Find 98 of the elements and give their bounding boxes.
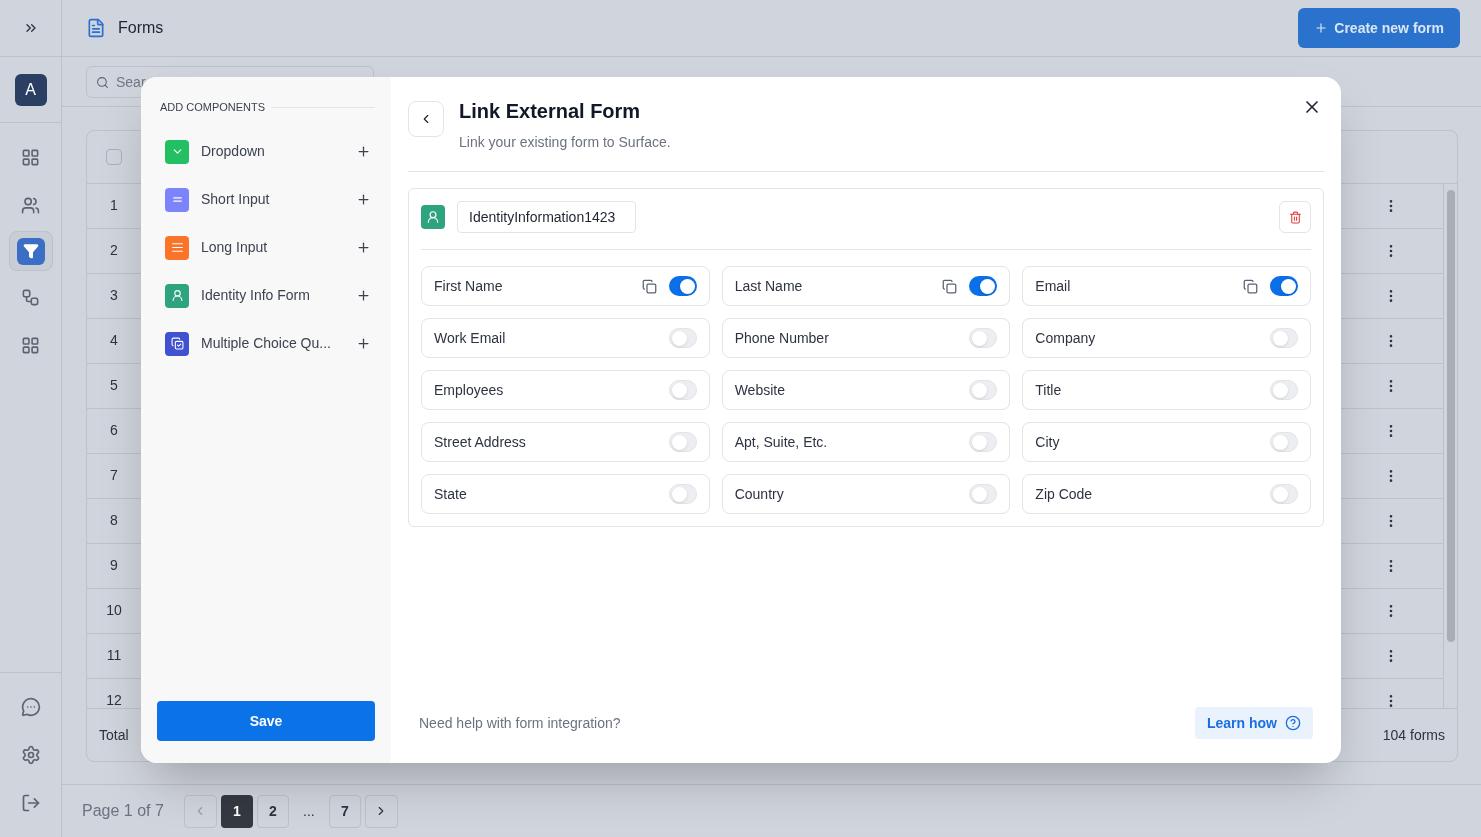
dialog-title: Link External Form (459, 99, 642, 124)
field-label: Street Address (434, 432, 527, 452)
delete-button[interactable] (1279, 201, 1311, 233)
funnel-icon (22, 243, 39, 259)
total-label: Total (99, 725, 129, 745)
field-label: Country (734, 484, 785, 504)
field-label: Zip Code (1035, 484, 1094, 504)
toggle-switch[interactable] (668, 484, 697, 504)
component-label: Identity Info Form (201, 286, 311, 305)
logout-icon[interactable] (20, 793, 41, 813)
dialog-subtitle: Link your existing form to Surface. (459, 133, 671, 152)
section-heading: ADD COMPONENTS (160, 100, 266, 115)
field-label: Website (734, 380, 786, 400)
toggle-switch[interactable] (1270, 328, 1298, 348)
row-number: 2 (109, 241, 119, 261)
scrollbar[interactable] (1446, 189, 1455, 642)
plus-icon (1314, 21, 1329, 35)
row-number: 1 (109, 196, 119, 216)
add-icon[interactable] (356, 288, 371, 303)
form-name-field[interactable]: IdentityInformation1423 (457, 201, 636, 233)
page-title: Forms (118, 18, 164, 38)
field-label: Work Email (434, 328, 507, 348)
field-label: City (1035, 432, 1061, 452)
toggle-switch[interactable] (668, 380, 697, 400)
form-count: 104 forms (1382, 725, 1445, 745)
select-all-checkbox[interactable] (106, 148, 122, 165)
workflow-icon (21, 287, 40, 307)
toggle-switch[interactable] (969, 432, 998, 452)
row-number: 9 (109, 556, 119, 576)
avatar[interactable]: A (14, 73, 47, 106)
settings-icon[interactable] (20, 745, 41, 765)
nav-item[interactable] (8, 231, 53, 271)
person-badge-icon (421, 205, 445, 229)
trash-icon (1288, 210, 1302, 224)
component-label: Short Input (201, 190, 271, 209)
component-item[interactable]: Identity Info Form (165, 283, 371, 308)
component-label: Multiple Choice Qu... (201, 334, 332, 353)
page-ellipsis: ... (302, 801, 316, 821)
add-icon[interactable] (356, 336, 371, 351)
row-number: 11 (105, 646, 123, 666)
row-number: 12 (105, 691, 123, 709)
learn-how-button[interactable]: Learn how (1195, 707, 1313, 739)
copy-icon[interactable] (641, 278, 657, 294)
field-label: Email (1035, 276, 1072, 296)
page-button[interactable]: 7 (328, 794, 361, 828)
help-text: Need help with form integration? (419, 713, 621, 733)
checked-copy-icon (170, 337, 184, 350)
document-icon (86, 18, 106, 38)
toggle-switch[interactable] (668, 432, 697, 452)
field-label: Last Name (734, 276, 804, 296)
add-icon[interactable] (356, 144, 371, 159)
lines-icon (170, 241, 184, 254)
toggle-switch[interactable] (1270, 276, 1298, 296)
search-icon (96, 75, 109, 89)
dashboard-icon (21, 147, 40, 167)
toggle-switch[interactable] (969, 484, 998, 504)
component-item[interactable]: Short Input (165, 187, 371, 212)
component-item[interactable]: Long Input (165, 235, 371, 260)
toggle-switch[interactable] (969, 328, 998, 348)
row-number: 5 (109, 376, 119, 396)
component-label: Dropdown (201, 142, 266, 161)
toggle-switch[interactable] (668, 276, 697, 296)
row-number: 10 (105, 601, 123, 621)
component-item[interactable]: Dropdown (165, 139, 371, 164)
help-icon (1285, 715, 1301, 731)
toggle-switch[interactable] (969, 380, 998, 400)
row-number: 3 (109, 286, 119, 306)
apps-icon (21, 335, 40, 355)
add-icon[interactable] (356, 240, 371, 255)
page-button[interactable]: 2 (256, 794, 289, 828)
toggle-switch[interactable] (1270, 484, 1298, 504)
field-label: First Name (434, 276, 504, 296)
create-form-button[interactable]: Create new form (1298, 8, 1460, 48)
add-icon[interactable] (356, 192, 371, 207)
users-icon (21, 195, 40, 215)
toggle-switch[interactable] (668, 328, 697, 348)
row-number: 8 (109, 511, 119, 531)
toggle-switch[interactable] (969, 276, 998, 296)
field-label: Employees (434, 380, 505, 400)
chat-icon[interactable] (20, 697, 41, 717)
toggle-switch[interactable] (1270, 432, 1298, 452)
field-label: Phone Number (734, 328, 830, 348)
field-label: State (434, 484, 468, 504)
toggle-switch[interactable] (1270, 380, 1298, 400)
page-button[interactable]: 1 (220, 794, 253, 828)
copy-icon[interactable] (942, 278, 958, 294)
copy-icon[interactable] (1243, 278, 1258, 294)
field-label: Apt, Suite, Etc. (734, 432, 829, 452)
component-label: Long Input (201, 238, 269, 257)
row-number: 6 (109, 421, 119, 441)
component-item[interactable]: Multiple Choice Qu... (165, 331, 371, 356)
row-number: 7 (109, 466, 119, 486)
person-icon (170, 289, 184, 302)
page-indicator: Page 1 of 7 (82, 801, 164, 821)
field-label: Title (1035, 380, 1063, 400)
field-label: Company (1035, 328, 1097, 348)
row-number: 4 (109, 331, 119, 351)
save-button[interactable]: Save (157, 701, 375, 741)
